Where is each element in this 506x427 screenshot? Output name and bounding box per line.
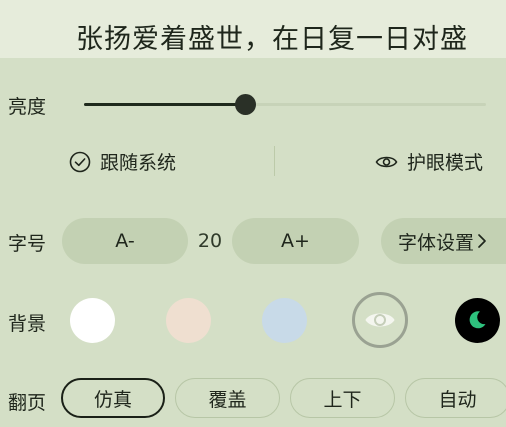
font-decrease-button[interactable]: A- xyxy=(62,218,188,264)
background-swatch-green-selected[interactable] xyxy=(352,292,408,348)
page-turn-option-label: 仿真 xyxy=(93,388,132,411)
page-turn-cover-button[interactable]: 覆盖 xyxy=(175,378,280,418)
page-turn-option-label: 覆盖 xyxy=(208,388,247,411)
background-swatch-white[interactable] xyxy=(70,298,115,343)
eye-icon xyxy=(375,156,398,167)
chevron-right-icon xyxy=(478,234,486,248)
page-turn-simulation-button[interactable]: 仿真 xyxy=(61,378,165,418)
eye-care-toggle[interactable]: 护眼模式 xyxy=(375,148,483,175)
font-settings-button[interactable]: 字体设置 xyxy=(381,218,506,264)
page-turn-auto-button[interactable]: 自动 xyxy=(405,378,506,418)
reading-text: 张扬爱着盛世，在日复一日对盛 xyxy=(76,24,468,55)
check-circle-icon xyxy=(69,151,91,172)
font-size-value: 20 xyxy=(197,230,223,252)
reading-text-line: 张扬爱着盛世，在日复一日对盛 xyxy=(0,0,506,62)
eye-care-label: 护眼模式 xyxy=(407,152,484,174)
background-label: 背景 xyxy=(8,313,47,335)
options-divider xyxy=(274,146,275,176)
brightness-label: 亮度 xyxy=(8,96,47,118)
font-settings-label: 字体设置 xyxy=(398,231,475,254)
brightness-fill xyxy=(84,103,245,106)
background-swatch-pink[interactable] xyxy=(166,298,211,343)
follow-system-toggle[interactable]: 跟随系统 xyxy=(69,148,176,175)
font-decrease-label: A- xyxy=(115,230,135,252)
follow-system-label: 跟随系统 xyxy=(100,152,177,174)
background-swatch-night[interactable] xyxy=(455,298,500,343)
eye-icon xyxy=(365,313,395,327)
brightness-thumb[interactable] xyxy=(234,94,256,115)
page-turn-label: 翻页 xyxy=(8,392,47,414)
font-size-label: 字号 xyxy=(8,233,47,255)
background-swatch-blue[interactable] xyxy=(262,298,307,343)
page-turn-option-label: 自动 xyxy=(438,388,477,411)
page-turn-option-label: 上下 xyxy=(323,388,362,411)
font-increase-button[interactable]: A+ xyxy=(232,218,359,264)
page-turn-vertical-button[interactable]: 上下 xyxy=(290,378,395,418)
brightness-slider[interactable] xyxy=(84,94,486,115)
font-increase-label: A+ xyxy=(281,230,310,252)
moon-icon xyxy=(469,311,486,329)
